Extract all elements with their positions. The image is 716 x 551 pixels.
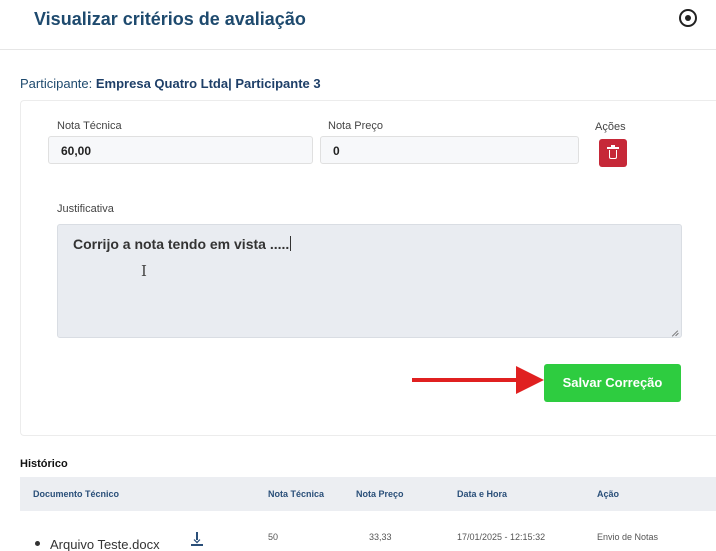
save-correction-button[interactable]: Salvar Correção [544, 364, 681, 402]
modal-header: Visualizar critérios de avaliação [0, 0, 716, 50]
close-circle-icon[interactable] [679, 9, 697, 27]
nota-preco-label: Nota Preço [328, 120, 384, 132]
resize-handle-icon[interactable] [671, 330, 679, 336]
col-data-hora: Data e Hora [457, 489, 508, 499]
row-nota-preco: 33,33 [369, 532, 392, 542]
history-table-header: Documento Técnico Nota Técnica Nota Preç… [20, 477, 716, 511]
bullet-icon [35, 541, 40, 546]
document-link[interactable]: Arquivo Teste.docx [35, 537, 160, 551]
justificativa-textarea[interactable]: Corrijo a nota tendo em vista ..... [57, 224, 682, 338]
delete-button[interactable] [599, 139, 627, 167]
annotation-arrow-icon [516, 366, 544, 394]
text-caret [290, 236, 292, 251]
nota-tecnica-input[interactable]: 60,00 [48, 136, 313, 164]
participant-line: Participante: Empresa Quatro Ltda| Parti… [20, 76, 321, 91]
participant-label: Participante: [20, 76, 93, 91]
modal-title: Visualizar critérios de avaliação [34, 9, 306, 29]
col-documento: Documento Técnico [33, 489, 120, 499]
justificativa-text: Corrijo a nota tendo em vista ..... [73, 236, 290, 252]
annotation-arrow-shaft [412, 378, 522, 382]
col-nota-tecnica: Nota Técnica [268, 489, 325, 499]
row-data-hora: 17/01/2025 - 12:15:32 [457, 532, 546, 542]
history-title: Histórico [20, 458, 68, 470]
acoes-label: Ações [595, 121, 626, 133]
nota-preco-input[interactable]: 0 [320, 136, 579, 164]
row-acao: Envio de Notas [597, 532, 659, 542]
participant-name: Empresa Quatro Ltda| Participante 3 [95, 76, 321, 91]
col-acao: Ação [597, 489, 620, 499]
document-name[interactable]: Arquivo Teste.docx [50, 537, 160, 551]
row-nota-tecnica: 50 [268, 532, 279, 542]
trash-icon [607, 145, 619, 159]
download-icon[interactable] [191, 532, 203, 546]
col-nota-preco: Nota Preço [356, 489, 404, 499]
ibeam-cursor-icon: I [141, 262, 147, 280]
justificativa-label: Justificativa [57, 203, 114, 215]
nota-tecnica-label: Nota Técnica [57, 120, 122, 132]
